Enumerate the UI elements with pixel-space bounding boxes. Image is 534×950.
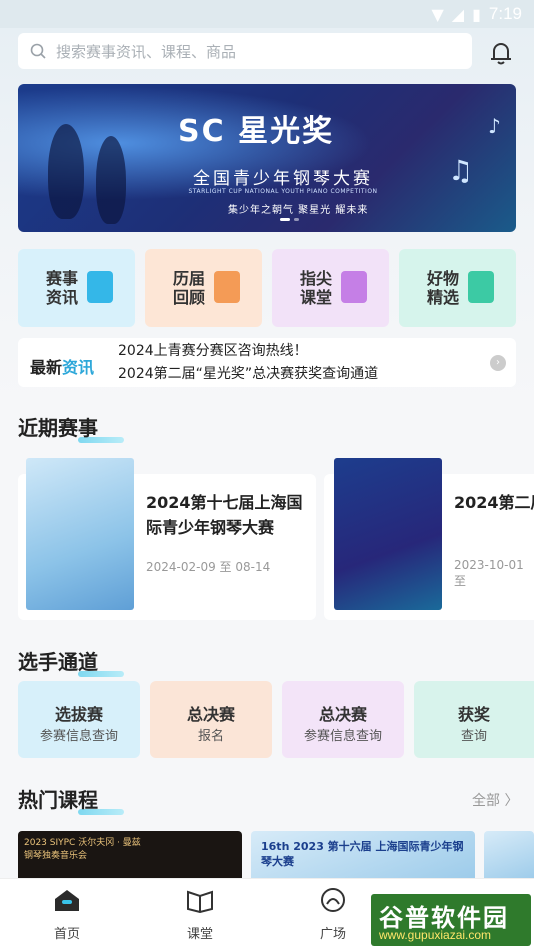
quick-entry-shop[interactable]: 好物精选	[399, 249, 516, 327]
course-card[interactable]: 2023 SIYPC 沃尔夫冈 · 曼兹钢琴独奏音乐会	[18, 831, 242, 881]
tab-plaza[interactable]: 广场	[298, 887, 368, 942]
section-channel-label: 选手通道	[18, 650, 98, 674]
news-tag-a: 最新	[30, 358, 63, 377]
event-date: 2023-10-01 至	[454, 558, 524, 588]
search-placeholder: 搜索赛事资讯、课程、商品	[56, 42, 237, 61]
quick-entry-class[interactable]: 指尖课堂	[272, 249, 389, 327]
dancer-silhouette	[96, 136, 126, 224]
event-card[interactable]: 2024第十七届上海国际青少年钢琴大赛 2024-02-09 至 08-14	[18, 458, 316, 620]
banner-brand: SC 星光奖	[178, 114, 335, 149]
news-tag: 最新资讯	[30, 354, 94, 378]
pager-dot	[294, 218, 299, 221]
news-lines: 2024上青赛分赛区咨询热线！ 2024第二届“星光奖”总决赛获奖查询通道	[118, 340, 378, 386]
class-book-icon	[341, 271, 367, 303]
channel-title: 总决赛	[318, 705, 367, 724]
event-name: 2024第十七届上海国际青少年钢琴大赛	[146, 493, 303, 537]
section-channel-title: 选手通道	[18, 646, 124, 677]
banner-slogan: 集少年之朝气 聚星光 耀未来	[228, 205, 369, 216]
tab-label: 广场	[319, 927, 346, 942]
channel-selection-query[interactable]: 选拔赛 参赛信息查询	[18, 681, 140, 758]
section-courses-title: 热门课程	[18, 784, 124, 815]
music-note-icon: ♪	[488, 114, 501, 138]
news-item[interactable]: 2024上青赛分赛区咨询热线！	[118, 340, 378, 363]
bell-icon[interactable]	[486, 38, 516, 68]
search-icon	[30, 43, 46, 59]
banner-subtitle: STARLIGHT CUP NATIONAL YOUTH PIANO COMPE…	[188, 188, 378, 195]
news-document-icon	[87, 271, 113, 303]
status-time: 7:19	[488, 4, 522, 23]
plaza-icon	[321, 888, 345, 912]
section-recent-label: 近期赛事	[18, 416, 98, 440]
course-card[interactable]	[484, 831, 534, 881]
wifi-icon: ▼	[431, 4, 444, 24]
event-date: 2024-02-09 至 08-14	[146, 560, 271, 574]
watermark-logo: 谷普软件园 www.gupuxiazai.com	[371, 894, 531, 946]
quick-entry-label: 历届回顾	[173, 269, 206, 307]
battery-icon: ▮	[472, 4, 481, 24]
search-bar[interactable]: 搜索赛事资讯、课程、商品	[18, 33, 472, 69]
channel-sub: 报名	[197, 729, 224, 744]
tab-label: 首页	[53, 927, 80, 942]
quick-entry-label: 赛事资讯	[46, 269, 79, 307]
event-name: 2024第二届“星光奖”全国青少	[454, 493, 534, 512]
classroom-icon	[187, 890, 213, 914]
chevron-right-icon[interactable]: ›	[490, 355, 506, 371]
banner-title: 全国青少年钢琴大赛	[193, 169, 373, 189]
quick-entry-review[interactable]: 历届回顾	[145, 249, 262, 327]
event-poster	[26, 458, 134, 610]
channel-title: 获奖	[457, 705, 490, 724]
promo-banner[interactable]: SC 星光奖 全国青少年钢琴大赛 STARLIGHT CUP NATIONAL …	[18, 84, 516, 232]
music-note-icon: ♫	[448, 154, 474, 187]
course-card[interactable]: 16th 2023 第十六届 上海国际青少年钢琴大赛	[251, 831, 475, 881]
section-recent-title: 近期赛事	[18, 412, 124, 443]
event-card[interactable]: 2024第二届“星光奖”全国青少 2023-10-01 至	[324, 458, 534, 620]
event-poster	[334, 458, 442, 610]
channel-title: 选拔赛	[54, 705, 103, 724]
watermark-url: www.gupuxiazai.com	[379, 928, 492, 942]
channel-award-query[interactable]: 获奖 查询	[414, 681, 534, 758]
channel-sub: 查询	[460, 729, 487, 744]
dancer-silhouette	[48, 124, 84, 219]
tab-classroom[interactable]: 课堂	[165, 887, 235, 942]
channel-final-signup[interactable]: 总决赛 报名	[150, 681, 272, 758]
review-cards-icon	[214, 271, 240, 303]
status-bar: ▼ ◢ ▮ 7:19	[0, 0, 534, 28]
channel-sub: 参赛信息查询	[39, 729, 118, 744]
shopping-bag-icon	[468, 271, 494, 303]
tab-label: 课堂	[186, 927, 213, 942]
news-tag-b: 资讯	[62, 358, 95, 377]
view-all-link[interactable]: 全部 〉	[472, 790, 518, 810]
signal-icon: ◢	[451, 4, 465, 24]
course-caption: 16th 2023 第十六届 上海国际青少年钢琴大赛	[261, 840, 464, 868]
course-caption: 2023 SIYPC 沃尔夫冈 · 曼兹钢琴独奏音乐会	[24, 838, 141, 861]
channel-title: 总决赛	[186, 705, 235, 724]
quick-entry-news[interactable]: 赛事资讯	[18, 249, 135, 327]
home-icon	[55, 890, 79, 911]
quick-entry-label: 好物精选	[427, 269, 460, 307]
tab-home[interactable]: 首页	[32, 887, 102, 942]
news-ticker[interactable]: 最新资讯 2024上青赛分赛区咨询热线！ 2024第二届“星光奖”总决赛获奖查询…	[18, 338, 516, 387]
news-item[interactable]: 2024第二届“星光奖”总决赛获奖查询通道	[118, 363, 378, 386]
quick-entry-label: 指尖课堂	[300, 269, 333, 307]
channel-sub: 参赛信息查询	[303, 729, 382, 744]
section-courses-label: 热门课程	[18, 788, 98, 812]
channel-final-query[interactable]: 总决赛 参赛信息查询	[282, 681, 404, 758]
pager-dot	[280, 218, 290, 221]
banner-pager	[280, 218, 299, 221]
